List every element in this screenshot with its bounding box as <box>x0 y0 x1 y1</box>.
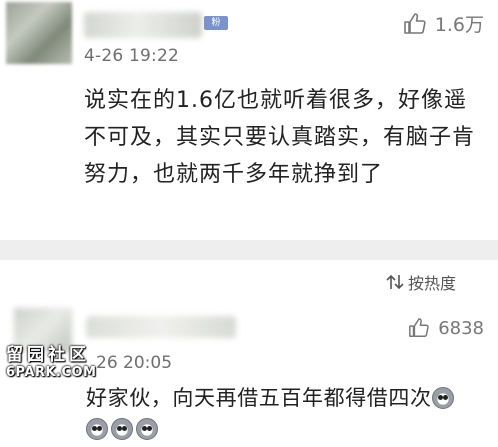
username-blurred[interactable] <box>86 316 236 338</box>
section-divider <box>0 240 498 260</box>
thumbs-up-icon <box>403 12 426 34</box>
emoji-row <box>86 418 159 440</box>
sort-label: 按热度 <box>407 274 456 293</box>
watermark-line2: 6PARK.COM <box>6 365 97 380</box>
like-count: 1.6万 <box>434 14 484 36</box>
husky-face-icon <box>86 418 108 440</box>
avatar[interactable] <box>6 2 72 64</box>
comment-text: 好家伙，向天再借五百年都得借四次 <box>86 383 486 413</box>
watermark-line1: 留园社区 <box>6 345 90 365</box>
husky-face-icon <box>431 387 454 409</box>
sort-by-hot-button[interactable]: 按热度 <box>386 270 456 294</box>
like-button[interactable]: 6838 <box>408 317 484 339</box>
comment-time: 4-26 19:22 <box>84 46 179 66</box>
fan-badge: 粉 <box>204 16 228 30</box>
husky-face-icon <box>136 418 158 440</box>
comment-time: 26 20:05 <box>96 353 173 373</box>
username-blurred[interactable] <box>84 12 202 38</box>
like-count: 6838 <box>438 317 484 339</box>
like-button[interactable]: 1.6万 <box>403 10 484 37</box>
thumbs-up-icon <box>409 318 429 337</box>
comment-card-1: 粉 4-26 19:22 1.6万 说实在的1.6亿也就听着很多，好像遥不可及，… <box>0 0 498 240</box>
comment-text-content: 好家伙，向天再借五百年都得借四次 <box>86 386 432 410</box>
sort-bar: 按热度 <box>0 260 498 300</box>
comment-text: 说实在的1.6亿也就听着很多，好像遥不可及，其实只要认真踏实，有脑子肯努力，也就… <box>84 88 476 187</box>
site-watermark: 留园社区 6PARK.COM <box>6 345 97 381</box>
sort-icon <box>386 274 404 290</box>
husky-face-icon <box>111 418 133 440</box>
